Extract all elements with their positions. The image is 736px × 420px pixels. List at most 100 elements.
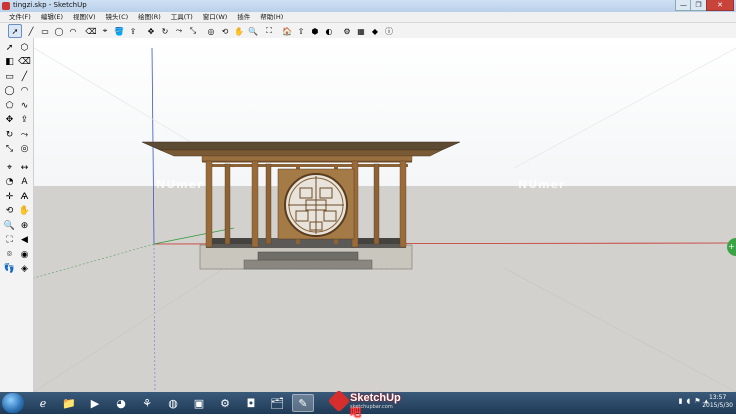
- left-freehand-icon[interactable]: ∿: [18, 99, 31, 112]
- clock-date: 2015/5/30: [702, 402, 733, 409]
- eraser-icon[interactable]: ⌫: [84, 24, 98, 38]
- menu-item-8[interactable]: 帮助(H): [255, 12, 288, 22]
- left-axes-icon[interactable]: ✛: [3, 190, 16, 203]
- materials-icon[interactable]: ◆: [368, 24, 382, 38]
- left-paint-bucket-icon[interactable]: ◧: [3, 56, 16, 69]
- column-2: [224, 163, 231, 245]
- taskbar-qq-icon[interactable]: ◕: [110, 394, 132, 412]
- left-position-camera-icon[interactable]: ⌾: [3, 248, 16, 261]
- front-steps: [243, 259, 373, 270]
- menu-bar: 文件(F) 编辑(E) 视图(V) 镜头(C) 绘图(R) 工具(T) 窗口(W) 插件 帮助(…: [0, 12, 736, 23]
- zoom-icon[interactable]: 🔍: [246, 24, 260, 38]
- left-dimension-icon[interactable]: ↔: [18, 161, 31, 174]
- taskbar-pdf-icon[interactable]: ▣: [188, 394, 210, 412]
- tape-measure-icon[interactable]: ⌖: [98, 24, 112, 38]
- sketchup-bar-logo: SketchUp吧 sketchupbar.com: [327, 389, 409, 419]
- left-text-icon[interactable]: A: [18, 176, 31, 189]
- model-viewport[interactable]: NUmer NUmer +: [34, 38, 736, 392]
- left-zoom-extents-icon[interactable]: ⛶: [3, 234, 16, 247]
- taskbar-camera-icon[interactable]: ◘: [240, 394, 262, 412]
- tray-network-icon[interactable]: ▮: [679, 397, 683, 405]
- layout-icon[interactable]: ▦: [354, 24, 368, 38]
- model-info-icon[interactable]: ⓘ: [382, 24, 396, 38]
- left-circle-icon[interactable]: ◯: [3, 85, 16, 98]
- menu-item-2[interactable]: 视图(V): [68, 12, 101, 22]
- main-toolbar: ➚ ╱ ▭ ◯ ◠ ⌫ ⌖ 🪣 ⇪ ✥ ↻ ⤳ ⤡ ◎ ⟲ ✋ 🔍 ⛶ 🏠 ⇧ ⬢ ◐ ⚙ ▦ ◆ ⓘ: [0, 23, 736, 39]
- scale-icon[interactable]: ⤡: [186, 24, 200, 38]
- left-follow-me-icon[interactable]: ⤳: [18, 128, 31, 141]
- push-pull-icon[interactable]: ⇪: [126, 24, 140, 38]
- left-offset-icon[interactable]: ◎: [18, 143, 31, 156]
- pan-icon[interactable]: ✋: [232, 24, 246, 38]
- left-walk-icon[interactable]: 👣: [3, 263, 16, 276]
- clock[interactable]: 13:57 2015/5/30: [702, 394, 733, 410]
- taskbar-settings-icon[interactable]: ⚙: [214, 394, 236, 412]
- taskbar-folder-icon[interactable]: 📁: [58, 394, 80, 412]
- left-scale-icon[interactable]: ⤡: [3, 143, 16, 156]
- zoom-extents-icon[interactable]: ⛶: [262, 24, 276, 38]
- left-pan-icon[interactable]: ✋: [18, 205, 31, 218]
- left-select-icon[interactable]: ➚: [3, 41, 16, 54]
- share-model-icon[interactable]: ⇧: [294, 24, 308, 38]
- menu-item-5[interactable]: 工具(T): [166, 12, 198, 22]
- menu-item-0[interactable]: 文件(F): [4, 12, 36, 22]
- sketchup-app-icon: [2, 2, 10, 10]
- extension-icon[interactable]: ⚙: [340, 24, 354, 38]
- left-zoom-icon[interactable]: 🔍: [3, 219, 16, 232]
- menu-item-7[interactable]: 插件: [232, 12, 255, 22]
- window-title: tingzi.skp - SketchUp: [13, 1, 87, 9]
- line-icon[interactable]: ╱: [24, 24, 38, 38]
- menu-item-1[interactable]: 编辑(E): [36, 12, 68, 22]
- left-3d-text-icon[interactable]: Ѧ: [18, 190, 31, 203]
- left-protractor-icon[interactable]: ◔: [3, 176, 16, 189]
- column-4: [265, 163, 272, 245]
- left-rotate-icon[interactable]: ↻: [3, 128, 16, 141]
- components-icon[interactable]: ⬢: [308, 24, 322, 38]
- left-section-plane-icon[interactable]: ◈: [18, 263, 31, 276]
- orbit-icon[interactable]: ⟲: [218, 24, 232, 38]
- taskbar-explorer-icon[interactable]: 🗂: [266, 394, 288, 412]
- close-button[interactable]: ✕: [706, 0, 734, 11]
- rectangle-icon[interactable]: ▭: [38, 24, 52, 38]
- column-1: [205, 160, 213, 248]
- circle-icon[interactable]: ◯: [52, 24, 66, 38]
- left-eraser-icon[interactable]: ⌫: [18, 56, 31, 69]
- menu-item-3[interactable]: 镜头(C): [101, 12, 134, 22]
- taskbar-ie-icon[interactable]: ℯ: [32, 394, 54, 412]
- left-orbit-icon[interactable]: ⟲: [3, 205, 16, 218]
- paint-bucket-icon[interactable]: 🪣: [112, 24, 126, 38]
- tray-volume-icon[interactable]: ◖: [687, 397, 691, 405]
- menu-item-6[interactable]: 窗口(W): [198, 12, 233, 22]
- pavilion-model: [141, 141, 461, 270]
- tray-flag-icon[interactable]: ⚑: [694, 397, 700, 405]
- move-icon[interactable]: ✥: [144, 24, 158, 38]
- left-rectangle-icon[interactable]: ▭: [3, 70, 16, 83]
- menu-item-4[interactable]: 绘图(R): [133, 12, 166, 22]
- green-axis-dotted: [34, 243, 155, 279]
- column-7: [399, 160, 407, 248]
- taskbar-sketchup-icon[interactable]: ✎: [292, 394, 314, 412]
- taskbar-app-icon[interactable]: ⚘: [136, 394, 158, 412]
- get-models-icon[interactable]: 🏠: [280, 24, 294, 38]
- offset-icon[interactable]: ◎: [204, 24, 218, 38]
- left-look-around-icon[interactable]: ◉: [18, 248, 31, 261]
- rotate-icon[interactable]: ↻: [158, 24, 172, 38]
- left-zoom-window-icon[interactable]: ⊕: [18, 219, 31, 232]
- styles-icon[interactable]: ◐: [322, 24, 336, 38]
- follow-me-icon[interactable]: ⤳: [172, 24, 186, 38]
- start-button[interactable]: [2, 393, 24, 413]
- left-push-pull-icon[interactable]: ⇪: [18, 114, 31, 127]
- left-move-icon[interactable]: ✥: [3, 114, 16, 127]
- left-polygon-icon[interactable]: ⬠: [3, 99, 16, 112]
- select-icon[interactable]: ➚: [8, 24, 22, 38]
- maximize-button[interactable]: ❐: [690, 0, 707, 11]
- blue-axis-dotted: [153, 243, 156, 392]
- left-make-component-icon[interactable]: ⬡: [18, 41, 31, 54]
- taskbar-firefox-icon[interactable]: ◍: [162, 394, 184, 412]
- arc-icon[interactable]: ◠: [66, 24, 80, 38]
- left-arc-icon[interactable]: ◠: [18, 85, 31, 98]
- left-line-icon[interactable]: ╱: [18, 70, 31, 83]
- taskbar-media-player-icon[interactable]: ▶: [84, 394, 106, 412]
- left-tape-measure-icon[interactable]: ⌖: [3, 161, 16, 174]
- left-previous-view-icon[interactable]: ◀: [18, 234, 31, 247]
